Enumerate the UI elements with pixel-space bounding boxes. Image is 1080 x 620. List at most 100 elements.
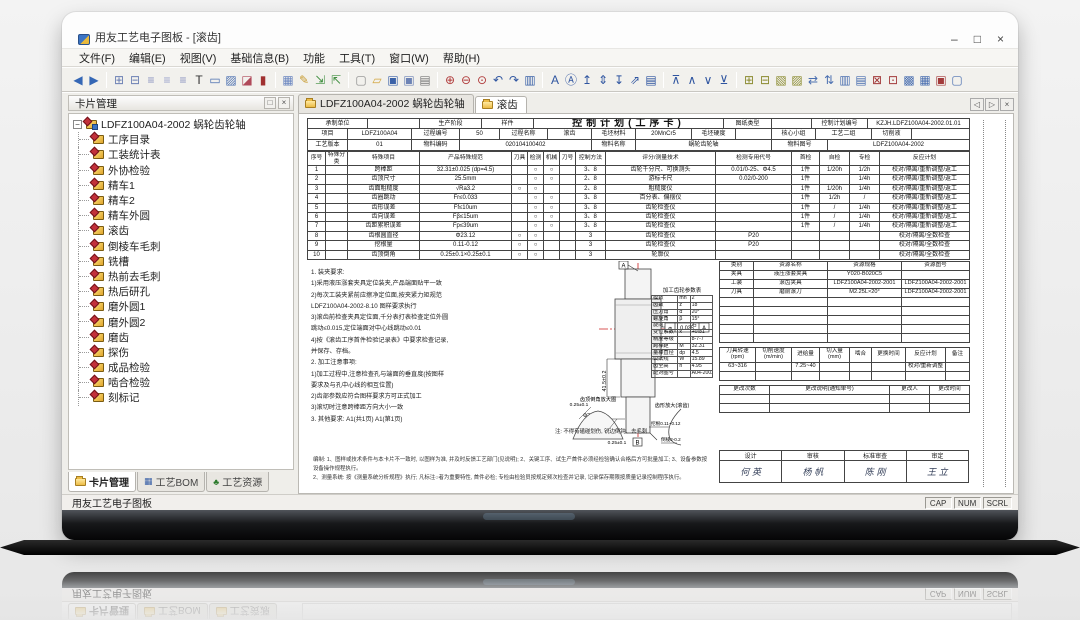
insert-col-icon[interactable]: ▧	[773, 71, 789, 88]
tree-item-外协检验[interactable]: 外协检验	[71, 163, 291, 178]
delete-row-icon[interactable]: ⊟	[757, 71, 773, 88]
tree-item-铣槽[interactable]: 铣槽	[71, 254, 291, 269]
sidebar-tab-工艺BOM[interactable]: ▦工艺BOM	[137, 472, 205, 492]
tree-item-精车外圆[interactable]: 精车外圆	[71, 208, 291, 223]
tree-item-成品检验[interactable]: 成品检验	[71, 360, 291, 375]
swap-row-icon[interactable]: ⇅	[821, 71, 837, 88]
menu-item-T[interactable]: 工具(T)	[332, 49, 382, 67]
move-down-icon[interactable]: ∨	[700, 71, 716, 88]
forward-icon[interactable]: ▶	[86, 71, 102, 88]
note-line: 要求及与孔中心线的相互位置)	[311, 380, 557, 391]
tree-item-刻标记[interactable]: 刻标记	[71, 390, 291, 405]
document-tab-LDFZ100A04-2002 蜗轮齿轮轴[interactable]: LDFZ100A04-2002 蜗轮齿轮轴	[298, 94, 474, 113]
delete-col-icon[interactable]: ▨	[789, 71, 805, 88]
open-icon[interactable]: ▱	[369, 71, 385, 88]
menu-item-V[interactable]: 视图(V)	[173, 49, 224, 67]
panel-close-button[interactable]: ×	[278, 97, 290, 109]
copy-row-icon[interactable]: ▥	[837, 71, 853, 88]
tree-item-倒棱车毛刺[interactable]: 倒棱车毛刺	[71, 239, 291, 254]
align-center-icon[interactable]: ≡	[159, 71, 175, 88]
font-icon[interactable]: A	[547, 71, 563, 88]
rotate-text-icon[interactable]: ⇗	[627, 71, 643, 88]
tree-expander[interactable]: −	[73, 120, 82, 129]
select-cell-icon[interactable]: ⊞	[111, 71, 127, 88]
eraser-icon[interactable]: ◪	[239, 71, 255, 88]
zoom-fit-icon[interactable]: ⊙	[474, 71, 490, 88]
menu-item-H[interactable]: 帮助(H)	[436, 49, 487, 67]
restore-button[interactable]: □	[974, 33, 981, 45]
document-viewport[interactable]: 承制单位生产阶段样件控制计划(工序卡)图纸类型控制计划编号KZJH.LDFZ10…	[298, 113, 1014, 494]
document-tab-滚齿[interactable]: 滚齿	[475, 96, 527, 113]
save-all-icon[interactable]: ▣	[401, 71, 417, 88]
resource-row: 刀具磨前滚刀M2.25L×20°LDFZ100A04-2002-2001	[720, 289, 970, 298]
tree-item-热前去毛刺[interactable]: 热前去毛刺	[71, 269, 291, 284]
paste-row-icon[interactable]: ▤	[853, 71, 869, 88]
sidebar-tab-工艺资源[interactable]: ♣工艺资源	[206, 472, 269, 492]
move-top-icon[interactable]: ⊼	[668, 71, 684, 88]
tree-root-item[interactable]: −LDFZ100A04-2002 蜗轮齿轮轴	[71, 117, 291, 132]
merge-row-icon[interactable]: ▩	[901, 71, 917, 88]
tree-item-label: 磨齿	[108, 330, 129, 345]
redo-icon[interactable]: ↷	[506, 71, 522, 88]
fill-icon[interactable]: ▮	[255, 71, 271, 88]
align-right-icon[interactable]: ≡	[175, 71, 191, 88]
undo-icon[interactable]: ↶	[490, 71, 506, 88]
save-icon[interactable]: ▣	[385, 71, 401, 88]
align-middle-icon[interactable]: ⇕	[595, 71, 611, 88]
tree-item-工序目录[interactable]: 工序目录	[71, 132, 291, 147]
zoom-out-icon[interactable]: ⊖	[458, 71, 474, 88]
tree-item-啮合检验[interactable]: 啮合检验	[71, 375, 291, 390]
cut-row-icon[interactable]: ⊠	[869, 71, 885, 88]
grid-icon[interactable]: ▦	[280, 71, 296, 88]
table-cell	[792, 250, 820, 259]
back-icon[interactable]: ◀	[70, 71, 86, 88]
move-bottom-icon[interactable]: ⊻	[716, 71, 732, 88]
menu-item-F[interactable]: 文件(F)	[72, 49, 122, 67]
export-picture-icon[interactable]: ⇱	[328, 71, 344, 88]
tab-next-button[interactable]: ▷	[985, 98, 999, 111]
text-icon[interactable]: T	[191, 71, 207, 88]
tree-item-工装统计表[interactable]: 工装统计表	[71, 147, 291, 162]
insert-row-icon[interactable]: ⊞	[741, 71, 757, 88]
align-top-icon[interactable]: ↥	[579, 71, 595, 88]
split-row-icon[interactable]: ⇄	[805, 71, 821, 88]
menu-item-W[interactable]: 窗口(W)	[382, 49, 436, 67]
cell-props-icon[interactable]: ▣	[933, 71, 949, 88]
print-icon[interactable]: ▤	[417, 71, 433, 88]
zoom-in-icon[interactable]: ⊕	[442, 71, 458, 88]
tab-close-button[interactable]: ×	[1000, 98, 1014, 111]
tree-item-精车1[interactable]: 精车1	[71, 178, 291, 193]
merge-cell-icon[interactable]: ⊟	[127, 71, 143, 88]
tree-item-精车2[interactable]: 精车2	[71, 193, 291, 208]
tree-item-磨齿[interactable]: 磨齿	[71, 330, 291, 345]
tree-item-探伤[interactable]: 探伤	[71, 345, 291, 360]
minimize-button[interactable]: –	[951, 33, 958, 45]
process-card-page[interactable]: 承制单位生产阶段样件控制计划(工序卡)图纸类型控制计划编号KZJH.LDFZ10…	[307, 118, 969, 488]
table-props-icon[interactable]: ▦	[917, 71, 933, 88]
align-bottom-icon[interactable]: ↧	[611, 71, 627, 88]
pencil-icon[interactable]: ✎	[296, 71, 312, 88]
tab-prev-button[interactable]: ◁	[970, 98, 984, 111]
dup-row-icon[interactable]: ⊡	[885, 71, 901, 88]
sidebar-tab-卡片管理[interactable]: 卡片管理	[68, 472, 136, 492]
tree-item-热后研孔[interactable]: 热后研孔	[71, 284, 291, 299]
import-picture-icon[interactable]: ⇲	[312, 71, 328, 88]
preview-icon[interactable]: ▥	[522, 71, 538, 88]
menu-item-B[interactable]: 基础信息(B)	[223, 49, 296, 67]
sheet-props-icon[interactable]: ▢	[949, 71, 965, 88]
tree-item-磨外圆2[interactable]: 磨外圆2	[71, 314, 291, 329]
move-up-icon[interactable]: ∧	[684, 71, 700, 88]
textbox-icon[interactable]: ▭	[207, 71, 223, 88]
resource-row	[720, 325, 970, 334]
panel-float-button[interactable]: □	[264, 97, 276, 109]
menu-item-E[interactable]: 编辑(E)	[122, 49, 173, 67]
tree-item-滚齿[interactable]: 滚齿	[71, 223, 291, 238]
new-icon[interactable]: ▢	[353, 71, 369, 88]
align-left-icon[interactable]: ≡	[143, 71, 159, 88]
tree-item-磨外圆1[interactable]: 磨外圆1	[71, 299, 291, 314]
comment-icon[interactable]: ▤	[643, 71, 659, 88]
menu-item-[interactable]: 功能	[296, 49, 332, 67]
image-icon[interactable]: ▨	[223, 71, 239, 88]
font-circle-icon[interactable]: Ⓐ	[563, 71, 579, 88]
close-button[interactable]: ×	[997, 33, 1004, 45]
